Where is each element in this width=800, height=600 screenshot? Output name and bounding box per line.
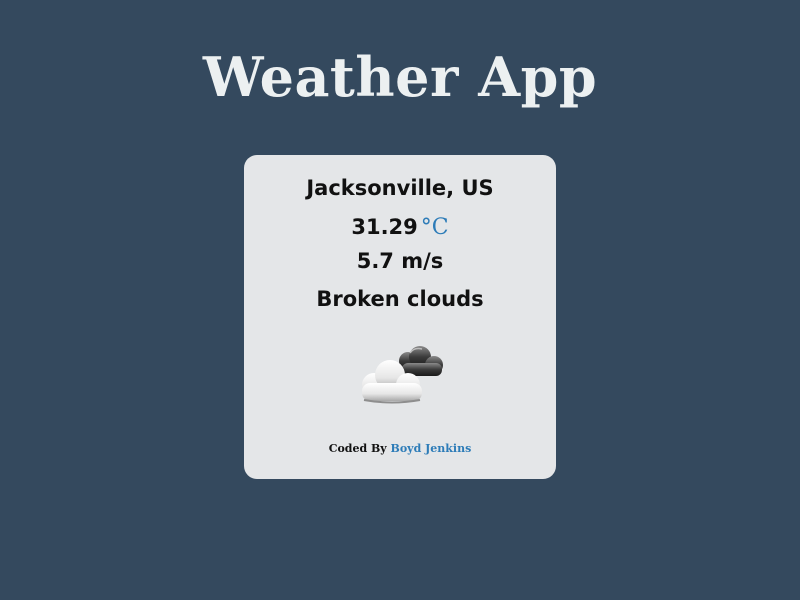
broken-clouds-icon [352, 345, 452, 407]
app-title: Weather App [202, 45, 598, 109]
page: Weather App Jacksonville, US 31.29 °C 5.7… [0, 0, 800, 600]
credits-prefix: Coded By [328, 442, 387, 455]
weather-card: Jacksonville, US 31.29 °C 5.7 m/s Broken … [244, 155, 556, 479]
temperature-value: 31.29 [351, 215, 418, 239]
wind-speed: 5.7 m/s [356, 249, 444, 273]
credits: Coded By Boyd Jenkins [244, 441, 556, 457]
weather-description: Broken clouds [316, 287, 484, 311]
temperature-unit-toggle[interactable]: °C [421, 215, 449, 240]
temperature-row: 31.29 °C [244, 212, 556, 243]
author-link[interactable]: Boyd Jenkins [391, 442, 472, 455]
location-label: Jacksonville, US [306, 176, 494, 200]
